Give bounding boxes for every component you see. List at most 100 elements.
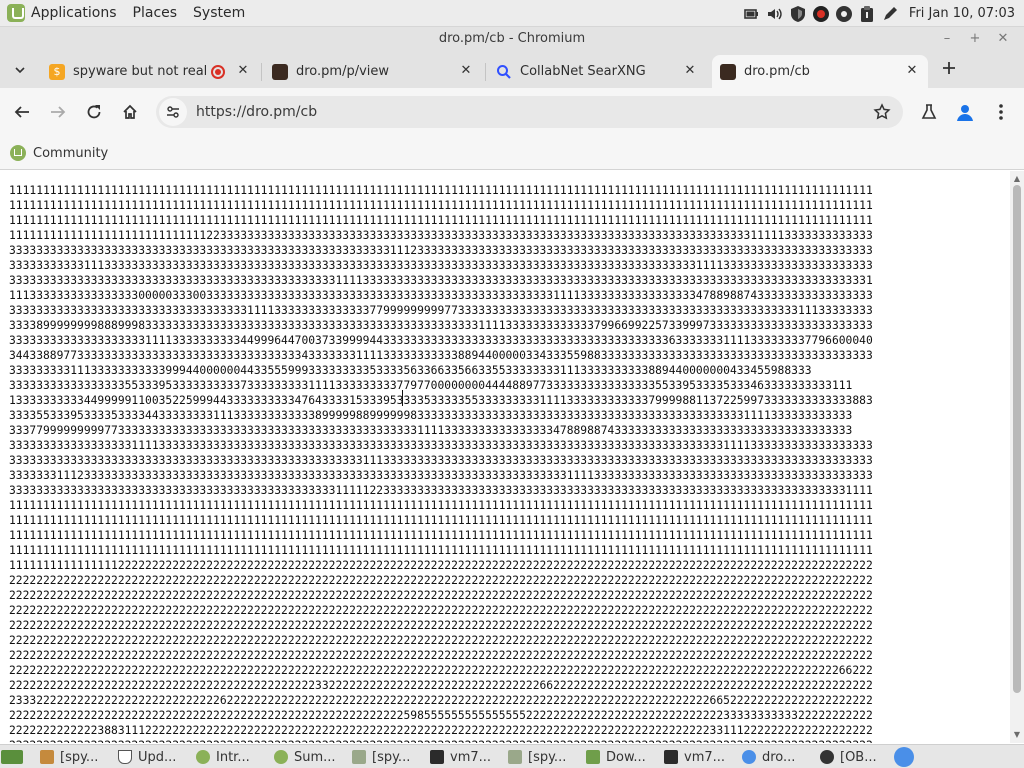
- chromium-icon: [894, 747, 914, 767]
- maximize-icon[interactable]: +: [967, 31, 983, 47]
- taskbar-item[interactable]: [spy...: [508, 747, 566, 767]
- show-desktop-button[interactable]: [1, 747, 29, 767]
- bookmark-label: Community: [33, 145, 109, 161]
- applications-menu[interactable]: Applications: [31, 5, 117, 21]
- taskbar-item-label: [spy...: [60, 749, 99, 765]
- more-menu-icon[interactable]: [989, 100, 1013, 124]
- shield-icon: [118, 750, 132, 764]
- dro-favicon-icon: [720, 63, 736, 80]
- terminal-icon: [430, 750, 444, 764]
- forward-button[interactable]: [46, 100, 70, 124]
- tab-dro-view[interactable]: dro.pm/p/view ✕: [264, 55, 482, 88]
- dro-favicon-icon: [272, 63, 288, 80]
- system-menu[interactable]: System: [193, 5, 245, 21]
- vertical-scrollbar[interactable]: ▲ ▼: [1010, 171, 1024, 743]
- top-panel: Applications Places System Fri Jan 10, 0…: [0, 0, 1024, 27]
- tab-close-icon[interactable]: ✕: [235, 63, 251, 79]
- address-bar[interactable]: https://dro.pm/cb: [156, 96, 903, 128]
- taskbar-item[interactable]: Upd...: [118, 747, 176, 767]
- taskbar-item-label: Intr...: [216, 749, 250, 765]
- mint-icon: [274, 750, 288, 764]
- taskbar-item[interactable]: vm7...: [430, 747, 491, 767]
- taskbar: [spy... Upd... Intr... Sum... [spy... vm…: [0, 744, 1024, 768]
- taskbar-item[interactable]: Sum...: [274, 747, 336, 767]
- taskbar-item-label: [spy...: [528, 749, 567, 765]
- taskbar-item-label: [OB...: [840, 749, 877, 765]
- text-cursor: [402, 390, 403, 406]
- minimize-icon[interactable]: –: [939, 31, 955, 47]
- obs-icon: [820, 750, 834, 764]
- reload-button[interactable]: [82, 100, 106, 124]
- browser-toolbar: https://dro.pm/cb: [0, 88, 1024, 136]
- taskbar-item[interactable]: [spy...: [40, 747, 98, 767]
- clock[interactable]: Fri Jan 10, 07:03: [909, 6, 1015, 21]
- taskbar-item[interactable]: Intr...: [196, 747, 250, 767]
- scroll-down-icon[interactable]: ▼: [1012, 730, 1022, 740]
- search-favicon-icon: [496, 64, 512, 80]
- tab-title: spyware but not really: [73, 64, 206, 79]
- folder-icon: [40, 750, 54, 764]
- taskbar-item-label: [spy...: [372, 749, 411, 765]
- battery-icon[interactable]: [742, 4, 762, 24]
- record-icon[interactable]: [811, 4, 831, 24]
- terminal-icon: [664, 750, 678, 764]
- home-button[interactable]: [118, 100, 142, 124]
- taskbar-item-label: dro...: [762, 749, 796, 765]
- taskbar-item-label: Upd...: [138, 749, 177, 765]
- tab-dro-cb[interactable]: dro.pm/cb ✕: [712, 55, 928, 88]
- tab-title: dro.pm/p/view: [296, 64, 390, 79]
- close-window-icon[interactable]: ✕: [995, 31, 1011, 47]
- places-menu[interactable]: Places: [133, 5, 178, 21]
- tab-close-icon[interactable]: ✕: [458, 63, 474, 79]
- tab-search-icon[interactable]: [8, 58, 32, 82]
- tab-searxng[interactable]: CollabNet SearXNG ✕: [488, 55, 706, 88]
- window-title: dro.pm/cb - Chromium: [438, 31, 586, 46]
- taskbar-item[interactable]: [spy...: [352, 747, 410, 767]
- mint-icon: [196, 750, 210, 764]
- doc-icon: [352, 750, 366, 764]
- chromium-icon: [742, 750, 756, 764]
- pen-icon[interactable]: [880, 4, 900, 24]
- tab-spyware[interactable]: $ spyware but not really ✕: [41, 55, 259, 88]
- desktop-icon: [1, 750, 23, 764]
- scroll-thumb[interactable]: [1013, 185, 1021, 693]
- system-tray: Fri Jan 10, 07:03: [742, 0, 1024, 27]
- url-text[interactable]: https://dro.pm/cb: [196, 104, 317, 120]
- page-content[interactable]: 1111111111111111111111111111111111111111…: [0, 171, 1010, 743]
- site-info-icon[interactable]: [159, 98, 187, 126]
- tab-title: dro.pm/cb: [744, 64, 810, 79]
- shield-icon[interactable]: [788, 4, 808, 24]
- clipboard-icon[interactable]: [857, 4, 877, 24]
- back-button[interactable]: [10, 100, 34, 124]
- mint-bookmark-icon: [10, 145, 26, 161]
- folder-icon: [586, 750, 600, 764]
- obs-tray-icon[interactable]: [834, 4, 854, 24]
- recording-icon: [211, 64, 225, 79]
- bookmark-community[interactable]: Community: [10, 142, 108, 164]
- taskbar-item-label: Sum...: [294, 749, 336, 765]
- bookmarks-bar: Community: [0, 136, 1024, 170]
- taskbar-item[interactable]: [OB...: [820, 747, 877, 767]
- window-titlebar[interactable]: dro.pm/cb - Chromium – + ✕: [0, 27, 1024, 51]
- doc-icon: [508, 750, 522, 764]
- taskbar-chromium-launcher[interactable]: [894, 747, 920, 767]
- taskbar-item-label: vm7...: [450, 749, 492, 765]
- taskbar-item[interactable]: Dow...: [586, 747, 646, 767]
- digit-grid-text[interactable]: 1111111111111111111111111111111111111111…: [9, 183, 873, 743]
- profile-avatar-icon[interactable]: [953, 100, 977, 124]
- taskbar-item[interactable]: vm7...: [664, 747, 725, 767]
- tab-close-icon[interactable]: ✕: [904, 63, 920, 79]
- taskbar-item[interactable]: dro...: [742, 747, 795, 767]
- taskbar-item-label: Dow...: [606, 749, 646, 765]
- tab-close-icon[interactable]: ✕: [682, 63, 698, 79]
- tab-title: CollabNet SearXNG: [520, 64, 646, 79]
- mint-logo-icon[interactable]: [7, 4, 25, 22]
- bookmark-star-icon[interactable]: [873, 103, 891, 125]
- labs-icon[interactable]: [917, 100, 941, 124]
- scroll-up-icon[interactable]: ▲: [1012, 174, 1022, 184]
- new-tab-button[interactable]: [937, 56, 961, 80]
- volume-icon[interactable]: [765, 4, 785, 24]
- taskbar-item-label: vm7...: [684, 749, 726, 765]
- tab-strip: $ spyware but not really ✕ dro.pm/p/view…: [0, 51, 1024, 88]
- s-favicon-icon: $: [49, 63, 65, 80]
